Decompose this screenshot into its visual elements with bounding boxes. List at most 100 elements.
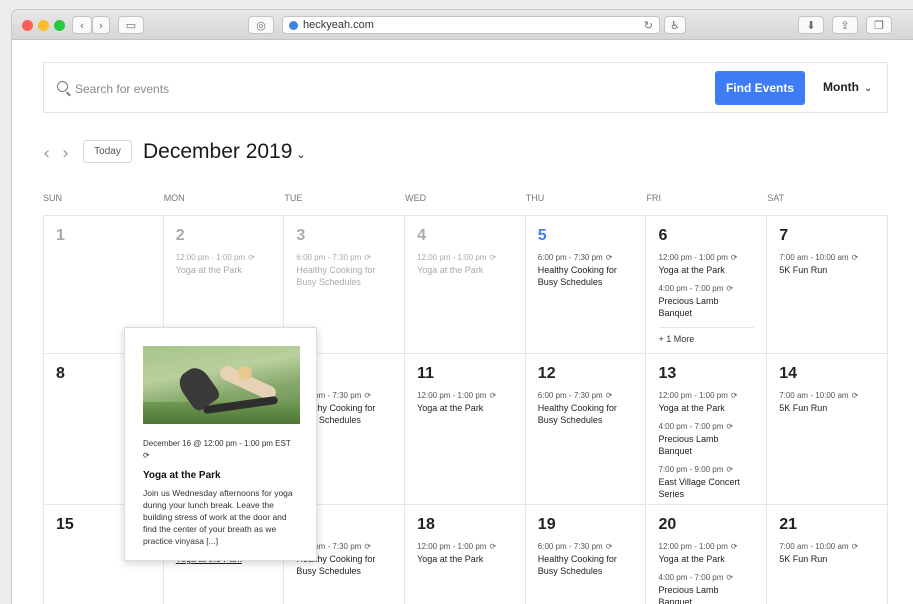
day-number[interactable]: 4 bbox=[417, 227, 513, 245]
share-button[interactable]: ⇪ bbox=[832, 16, 858, 34]
calendar-event[interactable]: 4:00 pm - 7:00 pm ⟳ Precious Lamb Banquet bbox=[659, 573, 755, 604]
calendar-event[interactable]: 12:00 pm - 1:00 pm⟳ Yoga at the Park bbox=[176, 253, 272, 276]
accessibility-icon: ♿ bbox=[670, 18, 680, 32]
calendar-event[interactable]: 7:00 am - 10:00 am ⟳ 5K Fun Run bbox=[779, 391, 875, 414]
calendar-event[interactable]: 12:00 pm - 1:00 pm⟳ Yoga at the Park bbox=[417, 253, 513, 276]
day-number[interactable]: 18 bbox=[417, 516, 513, 534]
event-time: 12:00 pm - 1:00 pm⟳ bbox=[417, 391, 497, 400]
event-time: 6:00 pm - 7:30 pm ⟳ bbox=[537, 391, 613, 400]
event-title[interactable]: Precious Lamb Banquet bbox=[659, 433, 755, 457]
calendar-day-cell[interactable]: 13 12:00 pm - 1:00 pm ⟳ Yoga at the Park 4:0… bbox=[646, 354, 768, 505]
recurring-event-icon: ⟳ bbox=[364, 253, 372, 262]
calendar-event[interactable]: 6:00 pm - 7:30 pm ⟳ Healthy Cooking for Bu… bbox=[538, 391, 634, 426]
day-number[interactable]: 19 bbox=[538, 516, 634, 534]
recurring-event-icon: ⟳ bbox=[726, 573, 734, 582]
day-number[interactable]: 2 bbox=[176, 227, 272, 245]
calendar-event[interactable]: 6:00 pm - 7:30 pm ⟳ Healthy Cooking for Bu… bbox=[538, 253, 634, 288]
calendar-day-cell[interactable]: 18 12:00 pm - 1:00 pm ⟳ Yoga at the Park bbox=[405, 505, 526, 604]
event-title[interactable]: 5K Fun Run bbox=[779, 553, 875, 565]
day-number[interactable]: 13 bbox=[659, 365, 755, 383]
event-title[interactable]: Healthy Cooking for Busy Schedules bbox=[296, 264, 392, 288]
event-title[interactable]: Yoga at the Park bbox=[659, 402, 755, 414]
calendar-day-cell[interactable]: 19 6:00 pm - 7:30 pm ⟳ Healthy Cooking for … bbox=[526, 505, 647, 604]
event-search-bar: Find Events Month ⌄ bbox=[43, 62, 888, 113]
weekday-label: WED bbox=[405, 193, 427, 203]
day-number[interactable]: 6 bbox=[659, 227, 755, 245]
month-selector[interactable]: December 2019 ⌄ bbox=[143, 140, 306, 164]
previous-month-icon[interactable]: ‹ bbox=[43, 143, 50, 164]
close-window-button[interactable] bbox=[22, 20, 33, 31]
calendar-day-cell[interactable]: 14 7:00 am - 10:00 am ⟳ 5K Fun Run bbox=[767, 354, 888, 505]
calendar-event[interactable]: 7:00 pm - 9:00 pm ⟳ East Village Concert S… bbox=[659, 465, 755, 500]
recurring-event-icon: ⟳ bbox=[726, 284, 734, 293]
calendar-day-cell[interactable]: 12 6:00 pm - 7:30 pm ⟳ Healthy Cooking for … bbox=[525, 354, 647, 505]
calendar-day-cell[interactable]: 6 12:00 pm - 1:00 pm ⟳ Yoga at the Park 4:00… bbox=[646, 215, 768, 354]
tabs-overview-button[interactable]: ❐ bbox=[866, 16, 892, 34]
calendar-event[interactable]: 7:00 am - 10:00 am ⟳ 5K Fun Run bbox=[779, 253, 875, 276]
calendar-day-cell[interactable]: 21 7:00 am - 10:00 am ⟳ 5K Fun Run bbox=[767, 505, 888, 604]
next-month-icon[interactable]: › bbox=[62, 143, 69, 164]
event-title[interactable]: Yoga at the Park bbox=[659, 553, 755, 565]
view-selector[interactable]: Month ⌄ bbox=[823, 80, 872, 94]
event-title[interactable]: Yoga at the Park bbox=[417, 264, 513, 276]
day-number[interactable]: 1 bbox=[56, 227, 151, 245]
event-time: 12:00 pm - 1:00 pm⟳ bbox=[175, 253, 255, 262]
calendar-event[interactable]: 4:00 pm - 7:00 pm ⟳ Precious Lamb Banquet bbox=[659, 422, 755, 457]
zoom-window-button[interactable] bbox=[54, 20, 65, 31]
calendar-event[interactable]: 12:00 pm - 1:00 pm⟳ Yoga at the Park bbox=[417, 391, 513, 414]
today-button[interactable]: Today bbox=[83, 140, 132, 163]
event-title[interactable]: Yoga at the Park bbox=[176, 264, 272, 276]
minimize-window-button[interactable] bbox=[38, 20, 49, 31]
calendar-day-cell[interactable]: 7 7:00 am - 10:00 am ⟳ 5K Fun Run bbox=[767, 215, 888, 354]
day-number[interactable]: 21 bbox=[779, 516, 875, 534]
calendar-day-cell[interactable]: 5 6:00 pm - 7:30 pm ⟳ Healthy Cooking for B… bbox=[525, 215, 647, 354]
privacy-report-button[interactable]: ◎ bbox=[248, 16, 274, 34]
day-number[interactable]: 12 bbox=[538, 365, 634, 383]
day-number[interactable]: 20 bbox=[659, 516, 755, 534]
accessibility-button[interactable]: ♿ bbox=[664, 16, 686, 34]
event-title[interactable]: Healthy Cooking for Busy Schedules bbox=[538, 402, 634, 426]
calendar-event[interactable]: 12:00 pm - 1:00 pm⟳ Yoga at the Park bbox=[659, 391, 755, 414]
calendar-event[interactable]: 12:00 pm - 1:00 pm⟳ Yoga at the Park bbox=[417, 542, 513, 565]
address-bar[interactable]: heckyeah.com ↻ bbox=[282, 16, 660, 34]
day-number[interactable]: 14 bbox=[779, 365, 875, 383]
event-title[interactable]: Healthy Cooking for Busy Schedules bbox=[538, 553, 634, 577]
event-title[interactable]: 5K Fun Run bbox=[779, 264, 875, 276]
weekday-label: FRI bbox=[646, 193, 662, 203]
search-input[interactable] bbox=[75, 79, 575, 99]
find-events-button[interactable]: Find Events bbox=[715, 71, 805, 105]
day-number[interactable]: 7 bbox=[779, 227, 875, 245]
event-title[interactable]: Precious Lamb Banquet bbox=[659, 584, 755, 604]
event-title[interactable]: Precious Lamb Banquet bbox=[659, 295, 755, 319]
calendar-event[interactable]: 4:00 pm - 7:00 pm ⟳ Precious Lamb Banquet bbox=[659, 284, 755, 319]
calendar-event[interactable]: 12:00 pm - 1:00 pm⟳ Yoga at the Park bbox=[659, 542, 755, 565]
calendar-event[interactable]: 6:00 pm - 7:30 pm ⟳ Healthy Cooking for Bu… bbox=[538, 542, 634, 577]
downloads-button[interactable]: ⬇ bbox=[798, 16, 824, 34]
event-image bbox=[143, 346, 300, 424]
calendar-day-cell[interactable]: 11 12:00 pm - 1:00 pm ⟳ Yoga at the Park bbox=[405, 354, 526, 505]
recurring-event-icon: ⟳ bbox=[730, 391, 738, 400]
calendar-event[interactable]: 12:00 pm - 1:00 pm⟳ Yoga at the Park bbox=[659, 253, 755, 276]
event-title[interactable]: Yoga at the Park bbox=[659, 264, 755, 276]
sidebar-toggle-button[interactable]: ▭ bbox=[118, 16, 144, 34]
day-number[interactable]: 3 bbox=[296, 227, 392, 245]
recurring-event-icon: ⟳ bbox=[605, 253, 613, 262]
event-title[interactable]: East Village Concert Series bbox=[659, 476, 755, 500]
event-tooltip-date: December 16 @ 12:00 pm - 1:00 pm EST ⟳ bbox=[143, 439, 291, 460]
calendar-day-cell[interactable]: 20 12:00 pm - 1:00 pm ⟳ Yoga at the Park 4:0… bbox=[647, 505, 768, 604]
event-time: 7:00 am - 10:00 am ⟳ bbox=[779, 542, 859, 551]
download-icon: ⬇ bbox=[806, 18, 816, 32]
event-title[interactable]: Yoga at the Park bbox=[417, 553, 513, 565]
calendar-day-cell[interactable]: 4 12:00 pm - 1:00 pm ⟳ Yoga at the Park bbox=[405, 215, 526, 354]
event-title[interactable]: 5K Fun Run bbox=[779, 402, 875, 414]
more-events-link[interactable]: + 1 More bbox=[658, 327, 755, 344]
day-number[interactable]: 5 bbox=[538, 227, 634, 245]
day-number[interactable]: 11 bbox=[417, 365, 513, 383]
forward-button[interactable]: › bbox=[92, 16, 110, 34]
calendar-event[interactable]: 6:00 pm - 7:30 pm ⟳ Healthy Cooking for Bu… bbox=[296, 253, 392, 288]
calendar-event[interactable]: 7:00 am - 10:00 am ⟳ 5K Fun Run bbox=[779, 542, 875, 565]
event-title[interactable]: Healthy Cooking for Busy Schedules bbox=[538, 264, 634, 288]
event-title[interactable]: Yoga at the Park bbox=[417, 402, 513, 414]
reload-icon[interactable]: ↻ bbox=[644, 19, 653, 32]
back-button[interactable]: ‹ bbox=[72, 16, 92, 34]
